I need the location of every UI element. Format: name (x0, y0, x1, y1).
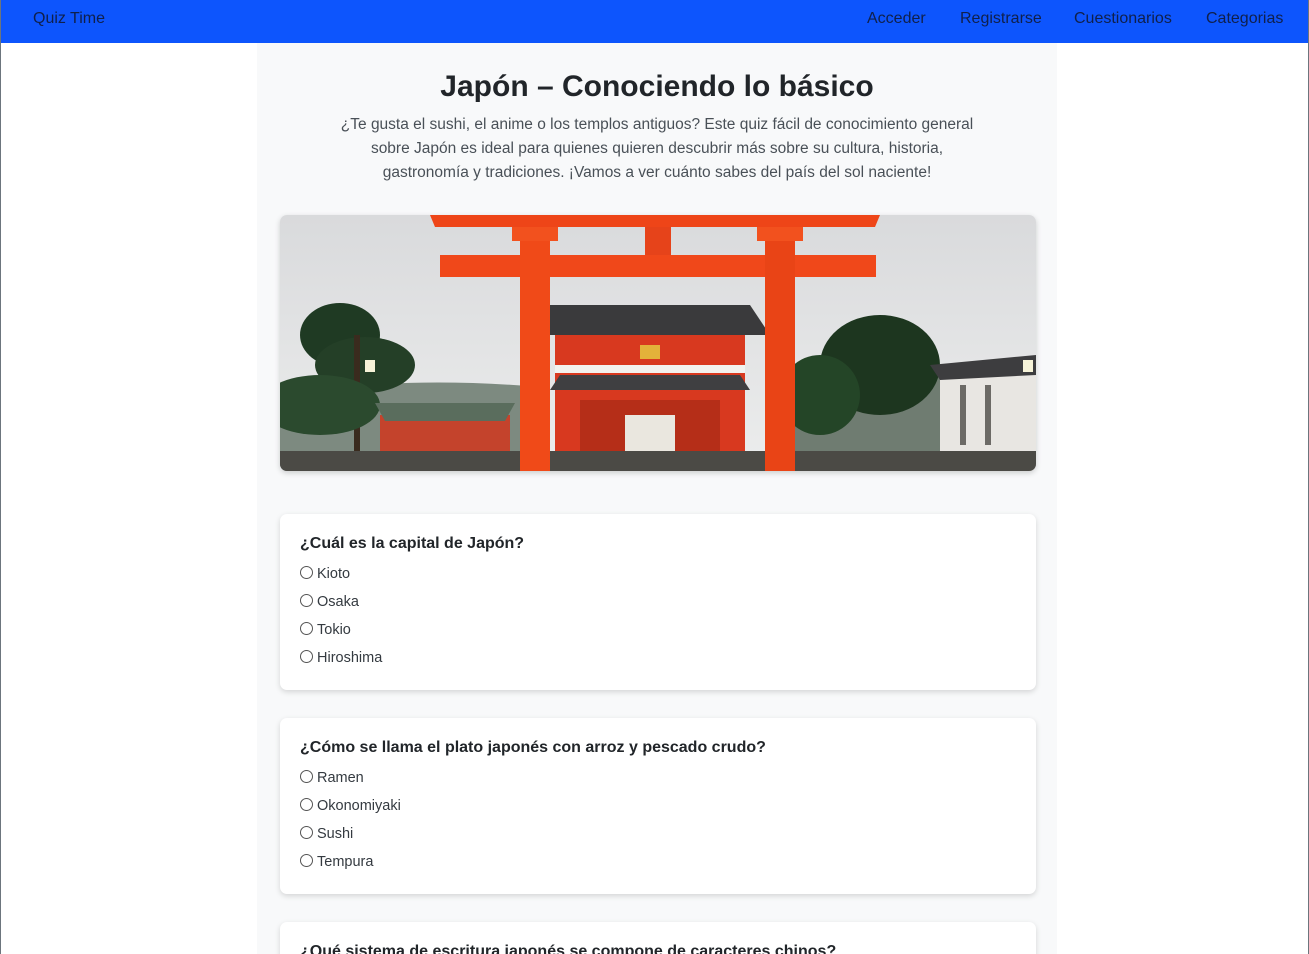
option-label: Okonomiyaki (317, 798, 401, 814)
radio-button[interactable] (300, 797, 313, 811)
question-card: ¿Qué sistema de escritura japonés se com… (280, 922, 1036, 954)
navbar: Quiz Time Acceder Registrarse Cuestionar… (1, 0, 1308, 43)
option-label: Kioto (317, 566, 351, 582)
nav-links: Acceder Registrarse Cuestionarios Catego… (1, 10, 1308, 32)
answer-option[interactable]: Osaka (300, 588, 1016, 616)
torii-gate-image (280, 215, 1036, 471)
nav-link-cuestionarios[interactable]: Cuestionarios (1074, 10, 1172, 28)
radio-button[interactable] (300, 769, 313, 783)
answer-option[interactable]: Kioto (300, 560, 1016, 588)
answer-option[interactable]: Tokio (300, 616, 1016, 644)
nav-link-categorias[interactable]: Categorias (1206, 10, 1283, 28)
question-card: ¿Cómo se llama el plato japonés con arro… (280, 718, 1036, 894)
question-text: ¿Cuál es la capital de Japón? (300, 535, 525, 552)
radio-button[interactable] (300, 565, 313, 579)
question-text: ¿Qué sistema de escritura japonés se com… (300, 943, 837, 954)
answer-option[interactable]: Sushi (300, 820, 1016, 848)
option-label: Hiroshima (317, 650, 383, 666)
answer-option[interactable]: Tempura (300, 848, 1016, 876)
answer-option[interactable]: Okonomiyaki (300, 792, 1016, 820)
quiz-hero-image (280, 215, 1036, 471)
quiz-title: Japón – Conociendo lo básico (440, 70, 874, 103)
option-label: Ramen (317, 770, 364, 786)
option-label: Tokio (317, 622, 351, 638)
answer-option[interactable]: Hiroshima (300, 644, 1016, 672)
radio-button[interactable] (300, 649, 313, 663)
question-card: ¿Cuál es la capital de Japón? Kioto Osak… (280, 514, 1036, 690)
radio-button[interactable] (300, 593, 313, 607)
radio-button[interactable] (300, 621, 313, 635)
radio-button[interactable] (300, 853, 313, 867)
nav-link-acceder[interactable]: Acceder (867, 10, 926, 28)
radio-button[interactable] (300, 825, 313, 839)
option-label: Osaka (317, 594, 359, 610)
quiz-description: ¿Te gusta el sushi, el anime o los templ… (340, 116, 974, 181)
answer-option[interactable]: Ramen (300, 764, 1016, 792)
option-label: Sushi (317, 826, 354, 842)
option-label: Tempura (317, 854, 374, 870)
quiz-container: Japón – Conociendo lo básico ¿Te gusta e… (257, 43, 1057, 954)
question-text: ¿Cómo se llama el plato japonés con arro… (300, 739, 766, 756)
nav-link-registrarse[interactable]: Registrarse (960, 10, 1042, 28)
